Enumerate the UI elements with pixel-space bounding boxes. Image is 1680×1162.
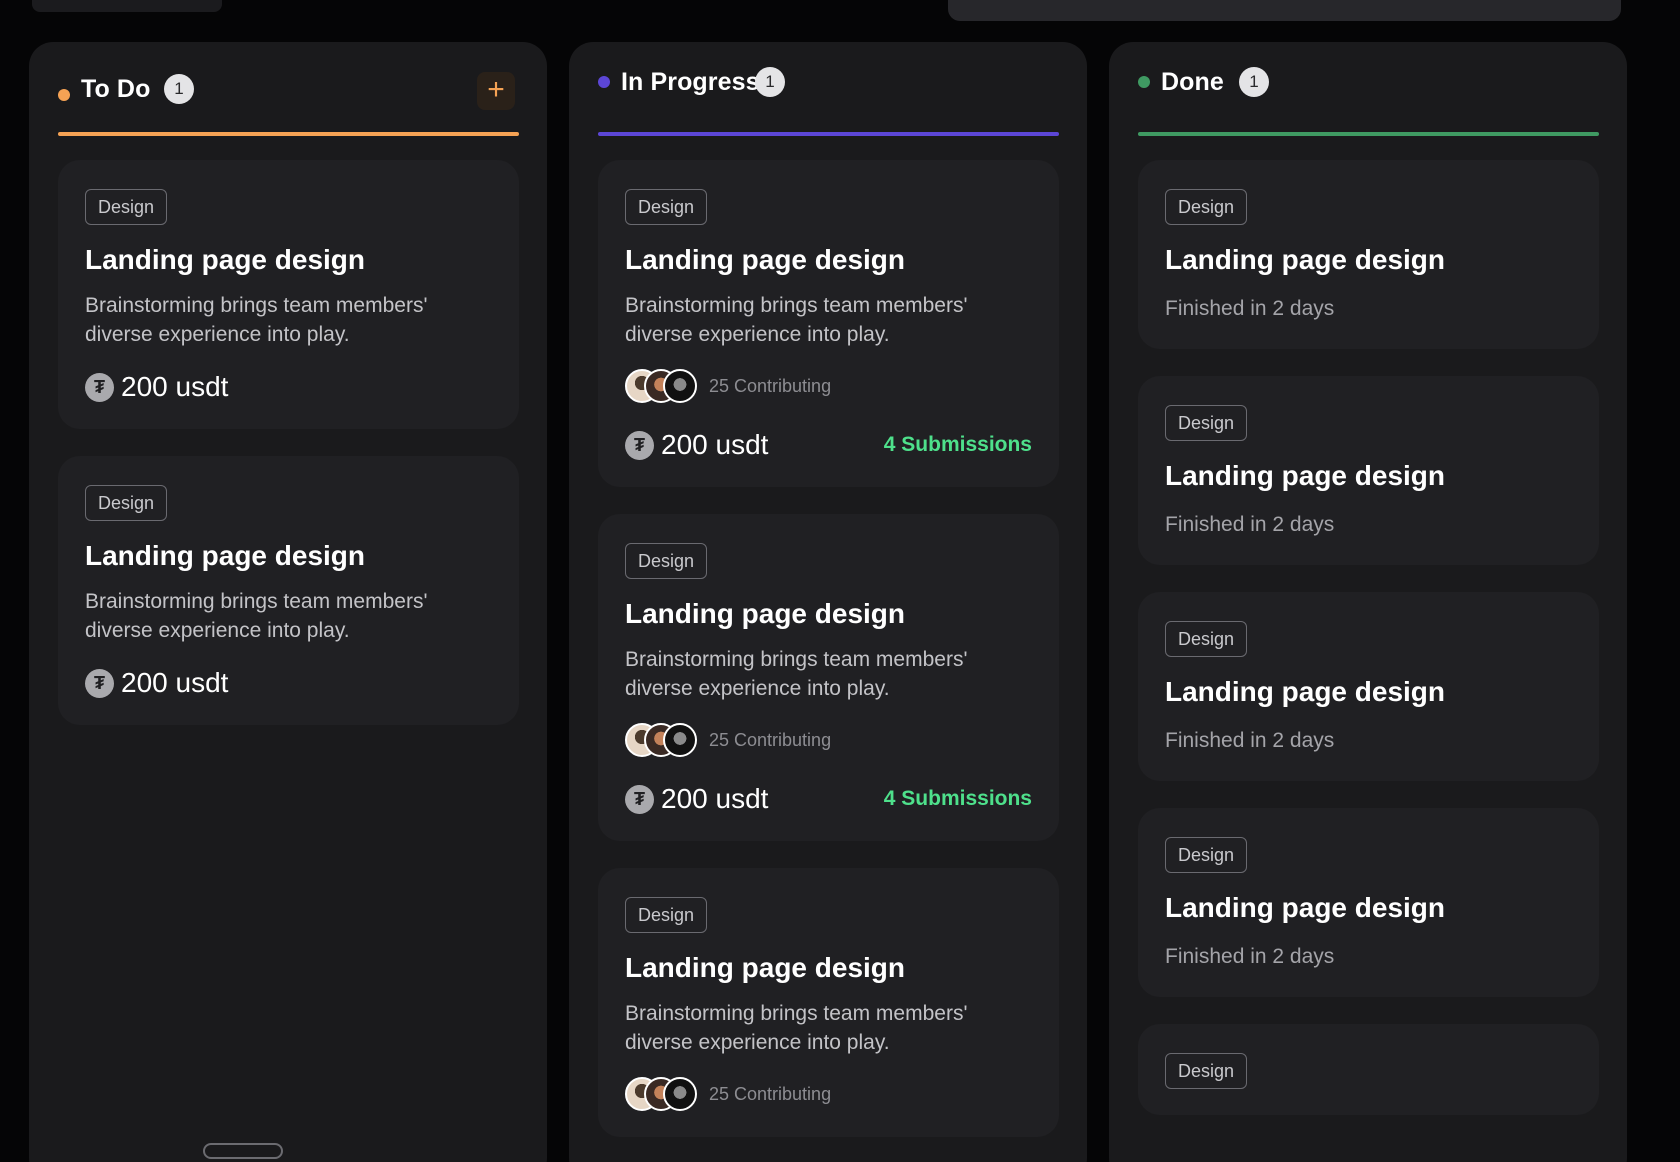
avatar-stack xyxy=(625,723,697,757)
contributors-row: 25 Contributing xyxy=(625,1077,1032,1111)
task-card[interactable]: Design xyxy=(1138,1024,1599,1115)
finished-text: Finished in 2 days xyxy=(1165,513,1335,536)
column-underline xyxy=(598,132,1059,136)
add-task-button[interactable]: + xyxy=(477,72,515,110)
task-card[interactable]: Design Landing page design Brainstorming… xyxy=(598,514,1059,841)
card-title: Landing page design xyxy=(1165,892,1446,923)
reward-amount: 200 usdt xyxy=(121,371,229,402)
tag-badge: Design xyxy=(85,189,168,225)
card-description: Brainstorming brings team members' diver… xyxy=(85,590,428,642)
card-list: Design Landing page design Brainstorming… xyxy=(598,160,1059,1162)
status-dot xyxy=(598,76,610,88)
column-title: Done xyxy=(1161,68,1224,96)
column-title: To Do xyxy=(81,75,151,103)
count-badge: 1 xyxy=(755,67,785,97)
avatar xyxy=(663,369,697,403)
card-title: Landing page design xyxy=(85,244,366,275)
tag-badge: Design xyxy=(1165,189,1248,225)
tag-badge: Design xyxy=(85,485,168,521)
top-left-bar xyxy=(32,0,222,12)
usdt-coin-icon: ₮ xyxy=(85,668,114,698)
task-card[interactable]: Design Landing page design Finished in 2… xyxy=(1138,376,1599,565)
tag-badge: Design xyxy=(1165,837,1248,873)
contributors-row: 25 Contributing xyxy=(625,723,1032,757)
usdt-coin-icon: ₮ xyxy=(625,430,654,460)
card-description: Brainstorming brings team members' diver… xyxy=(625,294,968,346)
contributing-count: 25 Contributing xyxy=(709,375,832,396)
status-dot xyxy=(1138,76,1150,88)
reward-row: ₮ 200 usdt 4 Submissions xyxy=(625,429,1032,461)
tag-badge: Design xyxy=(1165,405,1248,441)
card-title: Landing page design xyxy=(625,244,906,275)
task-card[interactable]: Design Landing page design Brainstorming… xyxy=(58,160,519,429)
task-card[interactable]: Design Landing page design Brainstorming… xyxy=(598,160,1059,487)
card-title: Landing page design xyxy=(1165,676,1446,707)
card-title: Landing page design xyxy=(625,598,906,629)
tag-badge: Design xyxy=(625,189,708,225)
column-done: Done 1 Design Landing page design Finish… xyxy=(1109,42,1627,1162)
column-header: In Progress 1 xyxy=(569,42,1087,136)
task-card[interactable]: Design Landing page design Brainstorming… xyxy=(598,868,1059,1137)
card-title: Landing page design xyxy=(625,952,906,983)
finished-text: Finished in 2 days xyxy=(1165,729,1335,752)
column-underline xyxy=(58,132,519,136)
submissions-link[interactable]: 4 Submissions xyxy=(884,433,1032,457)
task-card[interactable]: Design Landing page design Brainstorming… xyxy=(58,456,519,725)
card-list: Design Landing page design Brainstorming… xyxy=(58,160,519,752)
tag-badge: Design xyxy=(1165,621,1248,657)
usdt-coin-icon: ₮ xyxy=(625,784,654,814)
reward-amount: 200 usdt xyxy=(121,667,229,698)
card-title: Landing page design xyxy=(1165,244,1446,275)
reward-row: ₮ 200 usdt 4 Submissions xyxy=(625,783,1032,815)
contributing-count: 25 Contributing xyxy=(709,729,832,750)
reward-row: ₮ 200 usdt xyxy=(85,371,492,403)
finished-text: Finished in 2 days xyxy=(1165,297,1335,320)
contributing-count: 25 Contributing xyxy=(709,1083,832,1104)
avatar-stack xyxy=(625,369,697,403)
column-header: Done 1 xyxy=(1109,42,1627,136)
submissions-link[interactable]: 4 Submissions xyxy=(884,787,1032,811)
avatar xyxy=(663,1077,697,1111)
column-header: To Do 1 + xyxy=(29,42,547,136)
scroll-handle[interactable] xyxy=(203,1143,283,1159)
card-description: Brainstorming brings team members' diver… xyxy=(625,1002,968,1054)
kanban-board: To Do 1 + Design Landing page design Bra… xyxy=(0,0,1680,1162)
column-todo: To Do 1 + Design Landing page design Bra… xyxy=(29,42,547,1162)
card-description: Brainstorming brings team members' diver… xyxy=(85,294,428,346)
count-badge: 1 xyxy=(164,74,194,104)
column-underline xyxy=(1138,132,1599,136)
tag-badge: Design xyxy=(1165,1053,1248,1089)
task-card[interactable]: Design Landing page design Finished in 2… xyxy=(1138,808,1599,997)
avatar xyxy=(663,723,697,757)
card-title: Landing page design xyxy=(1165,460,1446,491)
reward-amount: 200 usdt xyxy=(661,783,769,814)
column-title: In Progress xyxy=(621,68,760,96)
task-card[interactable]: Design Landing page design Finished in 2… xyxy=(1138,592,1599,781)
reward-row: ₮ 200 usdt xyxy=(85,667,492,699)
card-title: Landing page design xyxy=(85,540,366,571)
top-right-bar xyxy=(948,0,1621,21)
tag-badge: Design xyxy=(625,543,708,579)
card-description: Brainstorming brings team members' diver… xyxy=(625,648,968,700)
task-card[interactable]: Design Landing page design Finished in 2… xyxy=(1138,160,1599,349)
avatar-stack xyxy=(625,1077,697,1111)
contributors-row: 25 Contributing xyxy=(625,369,1032,403)
column-in-progress: In Progress 1 Design Landing page design… xyxy=(569,42,1087,1162)
card-list: Design Landing page design Finished in 2… xyxy=(1138,160,1599,1142)
count-badge: 1 xyxy=(1239,67,1269,97)
usdt-coin-icon: ₮ xyxy=(85,372,114,402)
tag-badge: Design xyxy=(625,897,708,933)
status-dot xyxy=(58,89,70,101)
finished-text: Finished in 2 days xyxy=(1165,945,1335,968)
reward-amount: 200 usdt xyxy=(661,429,769,460)
